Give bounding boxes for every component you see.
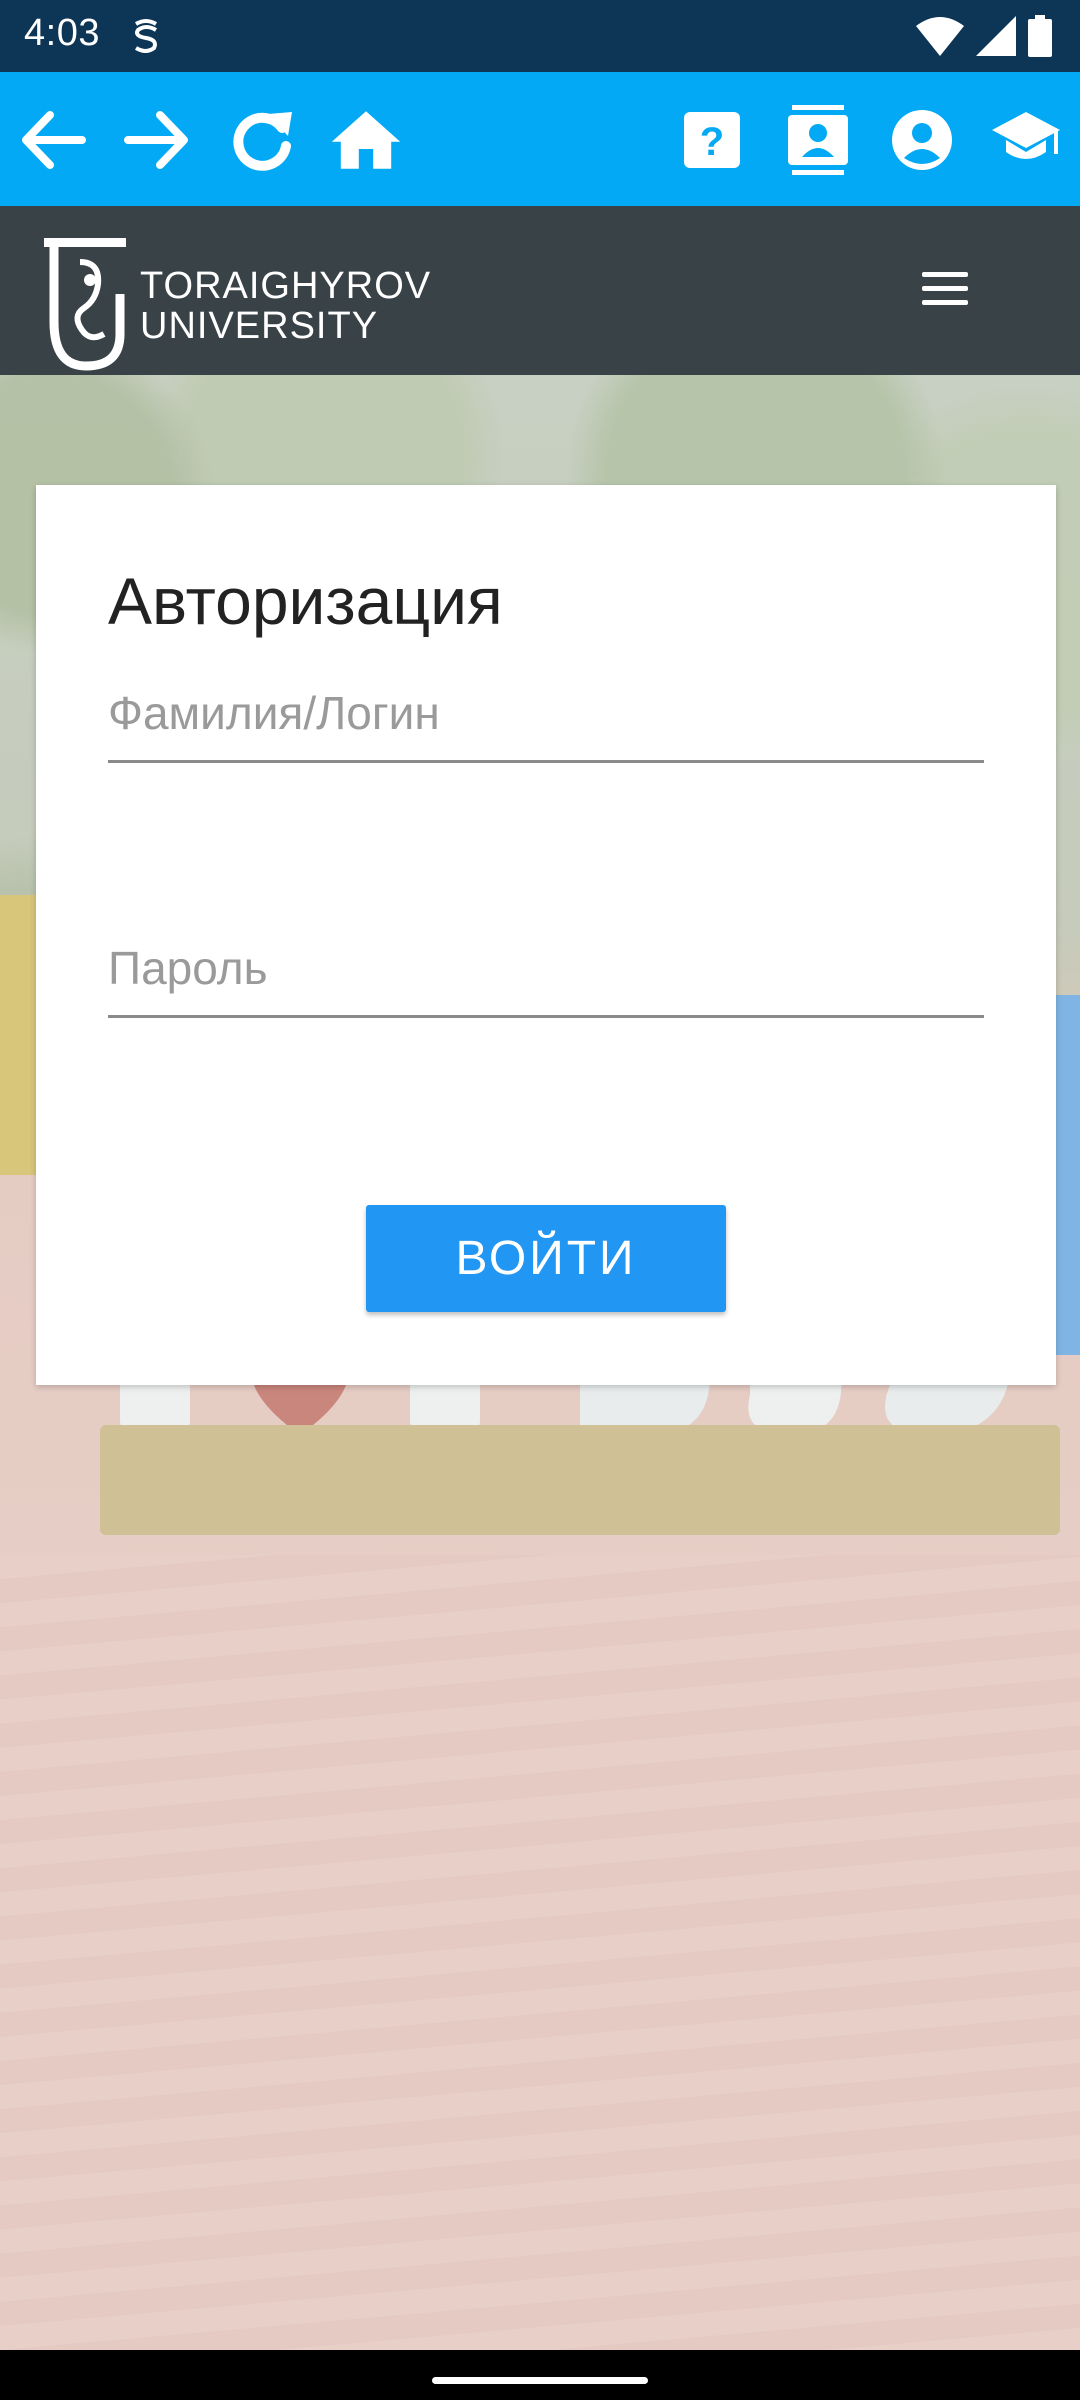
forward-button[interactable] <box>122 104 194 176</box>
hamburger-menu-icon[interactable] <box>922 272 970 308</box>
contacts-icon <box>788 105 848 175</box>
wifi-icon <box>916 17 964 56</box>
login-field[interactable] <box>108 633 984 763</box>
home-gesture-handle[interactable] <box>432 2377 648 2384</box>
battery-icon <box>1028 15 1052 57</box>
help-icon: ? <box>684 112 740 168</box>
status-icons <box>916 14 1052 58</box>
logo-emblem-icon <box>44 238 126 371</box>
password-input[interactable] <box>108 933 984 1003</box>
home-icon <box>331 111 401 169</box>
logo-line2: UNIVERSITY <box>140 305 379 347</box>
account-button[interactable] <box>886 104 958 176</box>
status-bar: 4:03 <box>0 0 1080 72</box>
login-title: Авторизация <box>108 564 503 638</box>
logo-line1: TORAIGHYROV <box>140 265 432 307</box>
status-time: 4:03 <box>24 12 100 54</box>
browser-toolbar: ? <box>0 72 1080 206</box>
account-icon <box>892 110 952 170</box>
help-button[interactable]: ? <box>676 104 748 176</box>
logo-text: TORAIGHYROV UNIVERSITY <box>140 266 431 346</box>
login-input[interactable] <box>108 678 984 748</box>
reload-button[interactable] <box>226 104 298 176</box>
svg-text:?: ? <box>700 120 724 164</box>
home-button[interactable] <box>330 104 402 176</box>
back-icon <box>22 111 86 169</box>
signal-icon <box>976 16 1016 56</box>
system-nav-bar <box>0 2350 1080 2400</box>
site-header: TORAIGHYROV UNIVERSITY <box>0 206 1080 375</box>
login-button[interactable]: ВОЙТИ <box>366 1205 726 1312</box>
education-icon <box>992 112 1060 159</box>
back-button[interactable] <box>16 104 88 176</box>
university-logo[interactable]: TORAIGHYROV UNIVERSITY <box>40 234 440 371</box>
education-button[interactable] <box>990 104 1062 176</box>
contacts-button[interactable] <box>782 104 854 176</box>
password-field[interactable] <box>108 888 984 1018</box>
reload-icon <box>233 112 292 171</box>
app-notification-icon <box>134 19 158 53</box>
forward-icon <box>124 111 188 169</box>
